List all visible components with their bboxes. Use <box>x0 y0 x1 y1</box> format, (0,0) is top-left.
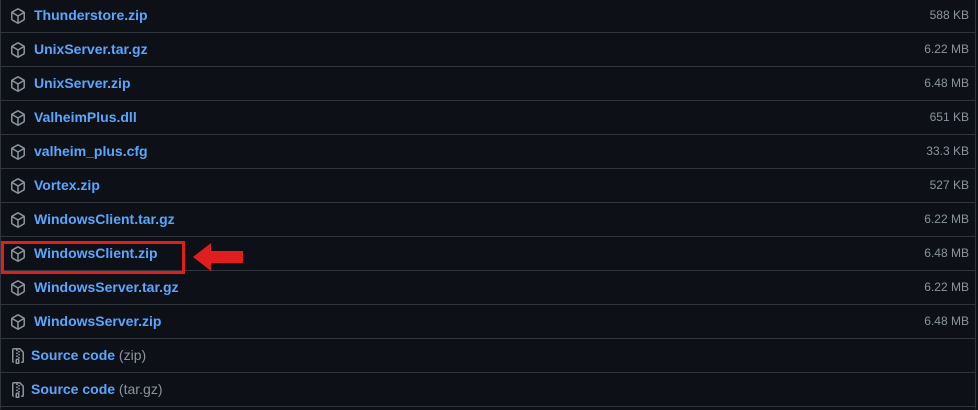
asset-link[interactable]: Vortex.zip <box>34 169 100 202</box>
asset-link[interactable]: WindowsServer.tar.gz <box>34 271 179 304</box>
asset-link[interactable]: ValheimPlus.dll <box>34 101 137 134</box>
asset-link[interactable]: valheim_plus.cfg <box>34 135 148 168</box>
source-code-label: Source code <box>31 381 116 397</box>
asset-size: 6.22 MB <box>924 42 969 56</box>
package-icon <box>10 246 26 262</box>
asset-size: 6.22 MB <box>924 212 969 226</box>
package-icon <box>10 178 26 194</box>
package-icon <box>10 144 26 160</box>
source-code-row: Source code (zip) <box>1 339 975 373</box>
asset-size: 6.48 MB <box>924 314 969 328</box>
package-icon <box>10 280 26 296</box>
package-icon <box>10 76 26 92</box>
release-assets-list: Thunderstore.zip 588 KB UnixServer.tar.g… <box>0 0 976 409</box>
package-icon <box>10 212 26 228</box>
source-code-zip-link[interactable]: Source code (zip) <box>31 339 146 372</box>
package-icon <box>10 42 26 58</box>
package-icon <box>10 8 26 24</box>
asset-size: 588 KB <box>929 8 969 22</box>
asset-row: WindowsServer.tar.gz 6.22 MB <box>1 271 975 305</box>
source-code-suffix: (tar.gz) <box>118 381 163 397</box>
asset-size: 527 KB <box>929 178 969 192</box>
asset-row: UnixServer.tar.gz 6.22 MB <box>1 33 975 67</box>
package-icon <box>10 110 26 126</box>
asset-row: UnixServer.zip 6.48 MB <box>1 67 975 101</box>
asset-row: WindowsServer.zip 6.48 MB <box>1 305 975 339</box>
file-zip-icon <box>10 382 26 398</box>
asset-size: 651 KB <box>929 110 969 124</box>
asset-row: valheim_plus.cfg 33.3 KB <box>1 135 975 169</box>
asset-size: 33.3 KB <box>926 144 969 158</box>
asset-row: WindowsClient.tar.gz 6.22 MB <box>1 203 975 237</box>
asset-row: Thunderstore.zip 588 KB <box>1 0 975 33</box>
source-code-label: Source code <box>31 347 116 363</box>
asset-link[interactable]: WindowsServer.zip <box>34 305 161 338</box>
asset-link[interactable]: UnixServer.tar.gz <box>34 33 148 66</box>
asset-row: Vortex.zip 527 KB <box>1 169 975 203</box>
asset-row-highlighted: WindowsClient.zip 6.48 MB <box>1 237 975 271</box>
package-icon <box>10 314 26 330</box>
asset-link[interactable]: WindowsClient.zip <box>34 237 158 270</box>
source-code-row: Source code (tar.gz) <box>1 373 975 407</box>
asset-size: 6.22 MB <box>924 280 969 294</box>
asset-link[interactable]: WindowsClient.tar.gz <box>34 203 175 236</box>
asset-size: 6.48 MB <box>924 246 969 260</box>
file-zip-icon <box>10 348 26 364</box>
asset-row: ValheimPlus.dll 651 KB <box>1 101 975 135</box>
source-code-suffix: (zip) <box>118 347 147 363</box>
asset-size: 6.48 MB <box>924 76 969 90</box>
source-code-targz-link[interactable]: Source code (tar.gz) <box>31 373 163 406</box>
asset-link[interactable]: UnixServer.zip <box>34 67 131 100</box>
asset-link[interactable]: Thunderstore.zip <box>34 0 148 32</box>
